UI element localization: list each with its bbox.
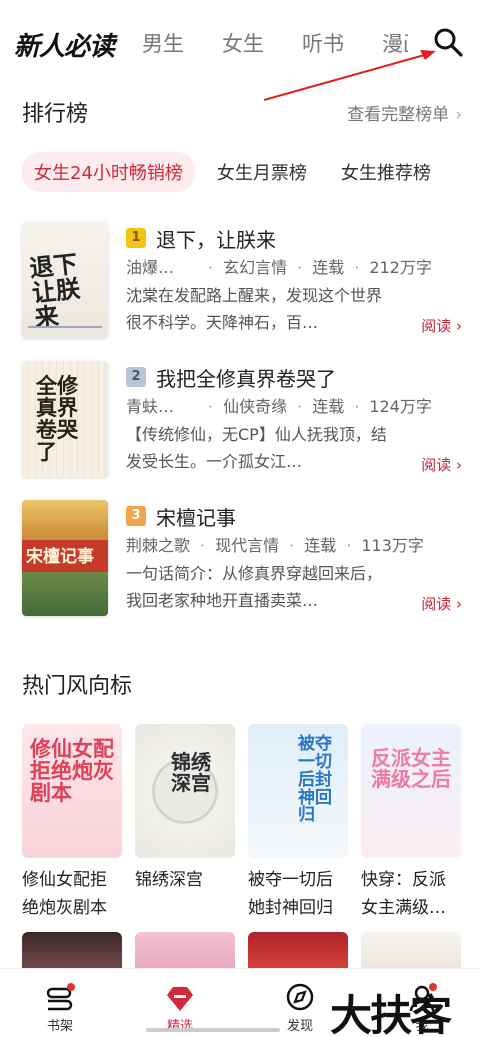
nav-featured[interactable]: 精选 [150, 981, 210, 1034]
book-meta: 荆棘之歌 · 现代言情 · 连载 · 113万字 [126, 532, 462, 560]
chevron-right-icon: › [455, 105, 462, 125]
ranking-item[interactable]: 全修真界卷哭了 2 我把全修真界卷哭了 青蚨… · 仙侠奇缘 · 连载 · 12… [22, 361, 462, 477]
top-bar: 新人必读 男生 女生 听书 漫画 [0, 0, 480, 84]
book-title[interactable]: 我把全修真界卷哭了 [156, 363, 336, 392]
hot-book-card[interactable]: 锦绣深宫 锦绣深宫 [135, 724, 235, 922]
chip-female-recommend[interactable]: 女生推荐榜 [341, 159, 431, 185]
read-button[interactable]: 阅读 › [421, 593, 462, 614]
nav-label: 书架 [46, 1019, 73, 1034]
book-word-count: 212万字 [369, 258, 432, 277]
book-cover[interactable] [135, 932, 235, 972]
book-cover[interactable]: 退下让朕来 [22, 222, 108, 338]
chip-female-monthly-votes[interactable]: 女生月票榜 [217, 159, 307, 185]
book-cover[interactable] [361, 932, 461, 972]
book-author: 青蚨… [126, 397, 175, 416]
book-author: 油爆… [126, 258, 175, 277]
compass-icon [286, 983, 314, 1011]
hot-section-title: 热门风向标 [22, 674, 133, 699]
book-title[interactable]: 宋檀记事 [156, 502, 236, 531]
book-cover[interactable]: 反派女主满级之后 [361, 724, 461, 858]
book-meta: 油爆… · 玄幻言情 · 连载 · 212万字 [126, 254, 462, 282]
rank-badge: 2 [126, 367, 146, 387]
book-word-count: 113万字 [361, 536, 424, 555]
book-author: 荆棘之歌 [126, 536, 191, 555]
chip-female-24h-bestseller[interactable]: 女生24小时畅销榜 [22, 152, 195, 192]
book-cover[interactable]: 宋檀记事 [22, 500, 108, 616]
book-cover[interactable]: 修仙女配拒绝炮灰剧本 [22, 724, 122, 858]
book-genre: 现代言情 [215, 536, 280, 555]
book-title[interactable]: 退下，让朕来 [156, 224, 276, 253]
book-title[interactable]: 锦绣深宫 [135, 866, 235, 894]
ranking-header: 排行榜 查看完整榜单 › [22, 96, 462, 127]
book-status: 连载 [312, 258, 345, 277]
book-cover[interactable]: 被夺一切后封神回归 [248, 724, 348, 858]
book-meta: 青蚨… · 仙侠奇缘 · 连载 · 124万字 [126, 393, 462, 421]
tab-female[interactable]: 女生 [222, 28, 264, 58]
nav-label: 发现 [286, 1019, 313, 1034]
book-genre: 玄幻言情 [223, 258, 288, 277]
featured-icon [167, 987, 193, 1011]
hot-book-card[interactable]: 修仙女配拒绝炮灰剧本 修仙女配拒绝炮灰剧本 [22, 724, 122, 922]
tab-comics[interactable]: 漫画 [382, 28, 408, 58]
ranking-item[interactable]: 退下让朕来 1 退下，让朕来 油爆… · 玄幻言情 · 连载 · 212万字 沈… [22, 222, 462, 338]
ranking-item[interactable]: 宋檀记事 3 宋檀记事 荆棘之歌 · 现代言情 · 连载 · 113万字 一句话… [22, 500, 462, 616]
category-tabs: 男生 女生 听书 漫画 [142, 28, 408, 58]
book-cover[interactable] [22, 932, 122, 972]
hot-book-card[interactable]: 反派女主满级之后 快穿：反派女主满级… [361, 724, 461, 922]
book-status: 连载 [312, 397, 345, 416]
book-cover[interactable] [248, 932, 348, 972]
book-status: 连载 [304, 536, 337, 555]
book-description: 【传统修仙，无CP】仙人抚我顶，结发受长生。一介孤女江… [126, 425, 387, 471]
rank-badge: 3 [126, 506, 146, 526]
search-icon[interactable] [432, 26, 464, 58]
book-word-count: 124万字 [369, 397, 432, 416]
ranking-chips: 女生24小时畅销榜 女生月票榜 女生推荐榜 [22, 152, 465, 192]
read-button[interactable]: 阅读 › [421, 315, 462, 336]
book-description: 沈棠在发配路上醒来，发现这个世界很不科学。天降神石，百… [126, 286, 383, 332]
book-genre: 仙侠奇缘 [223, 397, 288, 416]
hot-book-grid-row-2 [22, 932, 461, 972]
book-title[interactable]: 快穿：反派女主满级… [361, 866, 461, 922]
book-description: 一句话简介：从修真界穿越回来后，我回老家种地开直播卖菜… [126, 564, 383, 610]
rank-badge: 1 [126, 228, 146, 248]
home-indicator[interactable] [146, 1028, 280, 1032]
watermark: 大扶客 [330, 991, 452, 1037]
hot-book-grid: 修仙女配拒绝炮灰剧本 修仙女配拒绝炮灰剧本 锦绣深宫 锦绣深宫 被夺一切后封神回… [22, 724, 462, 922]
tab-audiobook[interactable]: 听书 [302, 28, 344, 58]
bookshelf-icon [46, 983, 75, 1011]
book-title[interactable]: 修仙女配拒绝炮灰剧本 [22, 866, 122, 922]
book-cover[interactable]: 锦绣深宫 [135, 724, 235, 858]
app-logo[interactable]: 新人必读 [14, 26, 115, 63]
ranking-title: 排行榜 [22, 102, 89, 127]
read-button[interactable]: 阅读 › [421, 454, 462, 475]
hot-book-card[interactable]: 被夺一切后封神回归 被夺一切后她封神回归 [248, 724, 348, 922]
tab-male[interactable]: 男生 [142, 28, 184, 58]
nav-bookshelf[interactable]: 书架 [30, 981, 90, 1034]
nav-discover[interactable]: 发现 [270, 981, 330, 1034]
book-cover[interactable]: 全修真界卷哭了 [22, 361, 108, 477]
book-title[interactable]: 被夺一切后她封神回归 [248, 866, 348, 922]
view-full-ranking-link[interactable]: 查看完整榜单 › [347, 100, 462, 125]
